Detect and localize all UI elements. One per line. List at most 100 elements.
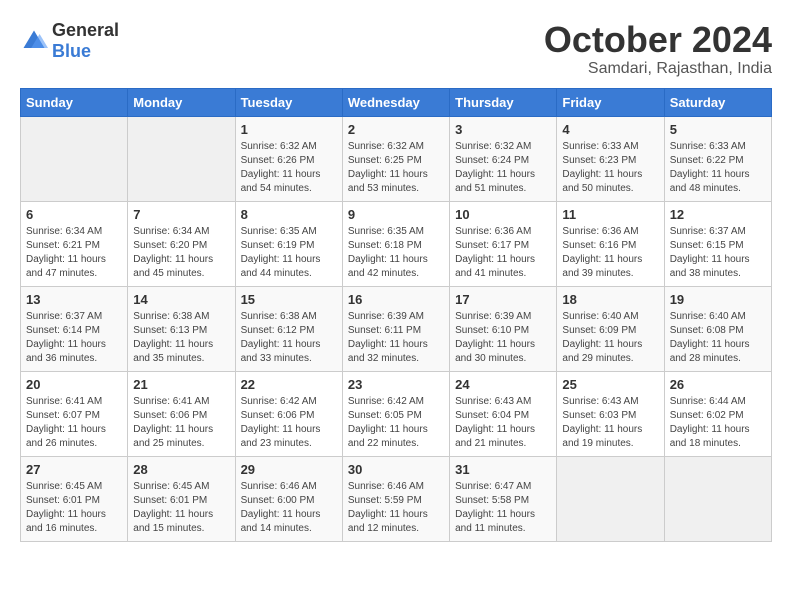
cell-info: Sunrise: 6:45 AM Sunset: 6:01 PM Dayligh… [133, 480, 229, 536]
day-number: 22 [241, 377, 337, 392]
day-number: 20 [26, 377, 122, 392]
cell-info: Sunrise: 6:40 AM Sunset: 6:09 PM Dayligh… [562, 310, 658, 366]
calendar-cell: 28Sunrise: 6:45 AM Sunset: 6:01 PM Dayli… [128, 456, 235, 541]
cell-info: Sunrise: 6:39 AM Sunset: 6:11 PM Dayligh… [348, 310, 444, 366]
cell-info: Sunrise: 6:38 AM Sunset: 6:12 PM Dayligh… [241, 310, 337, 366]
calendar-week-row: 13 Sunrise: 6:37 AM Sunset: 6:14 PM Dayli… [21, 286, 772, 371]
calendar-week-row: 27Sunrise: 6:45 AM Sunset: 6:01 PM Dayli… [21, 456, 772, 541]
day-number: 17 [455, 292, 551, 307]
calendar-cell [664, 456, 771, 541]
calendar-cell: 14 Sunrise: 6:38 AM Sunset: 6:13 PM Dayli… [128, 286, 235, 371]
cell-info: Sunrise: 6:37 AM Sunset: 6:15 PM Dayligh… [670, 225, 766, 281]
weekday-header: Tuesday [235, 88, 342, 116]
calendar-cell: 13 Sunrise: 6:37 AM Sunset: 6:14 PM Dayli… [21, 286, 128, 371]
logo: General Blue [20, 20, 119, 62]
calendar-cell: 16Sunrise: 6:39 AM Sunset: 6:11 PM Dayli… [342, 286, 449, 371]
weekday-header: Thursday [450, 88, 557, 116]
calendar-cell: 19 Sunrise: 6:40 AM Sunset: 6:08 PM Dayli… [664, 286, 771, 371]
cell-info: Sunrise: 6:38 AM Sunset: 6:13 PM Dayligh… [133, 310, 229, 366]
cell-info: Sunrise: 6:35 AM Sunset: 6:19 PM Dayligh… [241, 225, 337, 281]
cell-info: Sunrise: 6:36 AM Sunset: 6:17 PM Dayligh… [455, 225, 551, 281]
cell-info: Sunrise: 6:43 AM Sunset: 6:03 PM Dayligh… [562, 395, 658, 451]
calendar-cell: 7 Sunrise: 6:34 AM Sunset: 6:20 PM Daylig… [128, 201, 235, 286]
day-number: 11 [562, 207, 658, 222]
cell-info: Sunrise: 6:40 AM Sunset: 6:08 PM Dayligh… [670, 310, 766, 366]
cell-info: Sunrise: 6:36 AM Sunset: 6:16 PM Dayligh… [562, 225, 658, 281]
calendar-week-row: 20Sunrise: 6:41 AM Sunset: 6:07 PM Dayli… [21, 371, 772, 456]
calendar-cell: 11 Sunrise: 6:36 AM Sunset: 6:16 PM Dayli… [557, 201, 664, 286]
weekday-header: Saturday [664, 88, 771, 116]
weekday-header: Sunday [21, 88, 128, 116]
cell-info: Sunrise: 6:41 AM Sunset: 6:06 PM Dayligh… [133, 395, 229, 451]
cell-info: Sunrise: 6:34 AM Sunset: 6:21 PM Dayligh… [26, 225, 122, 281]
calendar-cell: 31 Sunrise: 6:47 AM Sunset: 5:58 PM Dayli… [450, 456, 557, 541]
day-number: 14 [133, 292, 229, 307]
calendar-cell: 23 Sunrise: 6:42 AM Sunset: 6:05 PM Dayli… [342, 371, 449, 456]
month-title: October 2024 [544, 20, 772, 60]
day-number: 25 [562, 377, 658, 392]
calendar-cell: 21 Sunrise: 6:41 AM Sunset: 6:06 PM Dayli… [128, 371, 235, 456]
weekday-header: Friday [557, 88, 664, 116]
logo-icon [20, 27, 48, 55]
calendar-cell: 15 Sunrise: 6:38 AM Sunset: 6:12 PM Dayli… [235, 286, 342, 371]
day-number: 21 [133, 377, 229, 392]
day-number: 29 [241, 462, 337, 477]
cell-info: Sunrise: 6:32 AM Sunset: 6:25 PM Dayligh… [348, 140, 444, 196]
day-number: 1 [241, 122, 337, 137]
page-header: General Blue October 2024 Samdari, Rajas… [20, 20, 772, 78]
day-number: 8 [241, 207, 337, 222]
calendar-cell: 26Sunrise: 6:44 AM Sunset: 6:02 PM Dayli… [664, 371, 771, 456]
day-number: 18 [562, 292, 658, 307]
calendar-cell: 20Sunrise: 6:41 AM Sunset: 6:07 PM Dayli… [21, 371, 128, 456]
day-number: 24 [455, 377, 551, 392]
logo-general: General [52, 20, 119, 40]
calendar-cell: 9Sunrise: 6:35 AM Sunset: 6:18 PM Daylig… [342, 201, 449, 286]
calendar-cell: 18 Sunrise: 6:40 AM Sunset: 6:09 PM Dayli… [557, 286, 664, 371]
day-number: 30 [348, 462, 444, 477]
day-number: 7 [133, 207, 229, 222]
cell-info: Sunrise: 6:42 AM Sunset: 6:06 PM Dayligh… [241, 395, 337, 451]
calendar-cell [557, 456, 664, 541]
calendar-table: SundayMondayTuesdayWednesdayThursdayFrid… [20, 88, 772, 542]
calendar-cell: 8 Sunrise: 6:35 AM Sunset: 6:19 PM Daylig… [235, 201, 342, 286]
cell-info: Sunrise: 6:32 AM Sunset: 6:24 PM Dayligh… [455, 140, 551, 196]
cell-info: Sunrise: 6:35 AM Sunset: 6:18 PM Dayligh… [348, 225, 444, 281]
cell-info: Sunrise: 6:45 AM Sunset: 6:01 PM Dayligh… [26, 480, 122, 536]
calendar-cell: 3 Sunrise: 6:32 AM Sunset: 6:24 PM Daylig… [450, 116, 557, 201]
cell-info: Sunrise: 6:39 AM Sunset: 6:10 PM Dayligh… [455, 310, 551, 366]
day-number: 23 [348, 377, 444, 392]
calendar-week-row: 6 Sunrise: 6:34 AM Sunset: 6:21 PM Daylig… [21, 201, 772, 286]
calendar-cell: 25 Sunrise: 6:43 AM Sunset: 6:03 PM Dayli… [557, 371, 664, 456]
calendar-cell: 12Sunrise: 6:37 AM Sunset: 6:15 PM Dayli… [664, 201, 771, 286]
cell-info: Sunrise: 6:33 AM Sunset: 6:22 PM Dayligh… [670, 140, 766, 196]
cell-info: Sunrise: 6:46 AM Sunset: 5:59 PM Dayligh… [348, 480, 444, 536]
calendar-cell: 24Sunrise: 6:43 AM Sunset: 6:04 PM Dayli… [450, 371, 557, 456]
day-number: 13 [26, 292, 122, 307]
calendar-cell [21, 116, 128, 201]
calendar-cell: 22 Sunrise: 6:42 AM Sunset: 6:06 PM Dayli… [235, 371, 342, 456]
day-number: 10 [455, 207, 551, 222]
cell-info: Sunrise: 6:46 AM Sunset: 6:00 PM Dayligh… [241, 480, 337, 536]
day-number: 19 [670, 292, 766, 307]
day-number: 15 [241, 292, 337, 307]
day-number: 5 [670, 122, 766, 137]
cell-info: Sunrise: 6:47 AM Sunset: 5:58 PM Dayligh… [455, 480, 551, 536]
day-number: 26 [670, 377, 766, 392]
cell-info: Sunrise: 6:32 AM Sunset: 6:26 PM Dayligh… [241, 140, 337, 196]
calendar-cell: 5 Sunrise: 6:33 AM Sunset: 6:22 PM Daylig… [664, 116, 771, 201]
cell-info: Sunrise: 6:37 AM Sunset: 6:14 PM Dayligh… [26, 310, 122, 366]
day-number: 2 [348, 122, 444, 137]
day-number: 3 [455, 122, 551, 137]
calendar-cell: 6 Sunrise: 6:34 AM Sunset: 6:21 PM Daylig… [21, 201, 128, 286]
cell-info: Sunrise: 6:34 AM Sunset: 6:20 PM Dayligh… [133, 225, 229, 281]
calendar-cell: 10 Sunrise: 6:36 AM Sunset: 6:17 PM Dayli… [450, 201, 557, 286]
calendar-cell: 17 Sunrise: 6:39 AM Sunset: 6:10 PM Dayli… [450, 286, 557, 371]
calendar-cell: 1 Sunrise: 6:32 AM Sunset: 6:26 PM Daylig… [235, 116, 342, 201]
calendar-cell: 29 Sunrise: 6:46 AM Sunset: 6:00 PM Dayli… [235, 456, 342, 541]
day-number: 4 [562, 122, 658, 137]
title-block: October 2024 Samdari, Rajasthan, India [544, 20, 772, 78]
cell-info: Sunrise: 6:33 AM Sunset: 6:23 PM Dayligh… [562, 140, 658, 196]
day-number: 6 [26, 207, 122, 222]
cell-info: Sunrise: 6:42 AM Sunset: 6:05 PM Dayligh… [348, 395, 444, 451]
day-number: 31 [455, 462, 551, 477]
